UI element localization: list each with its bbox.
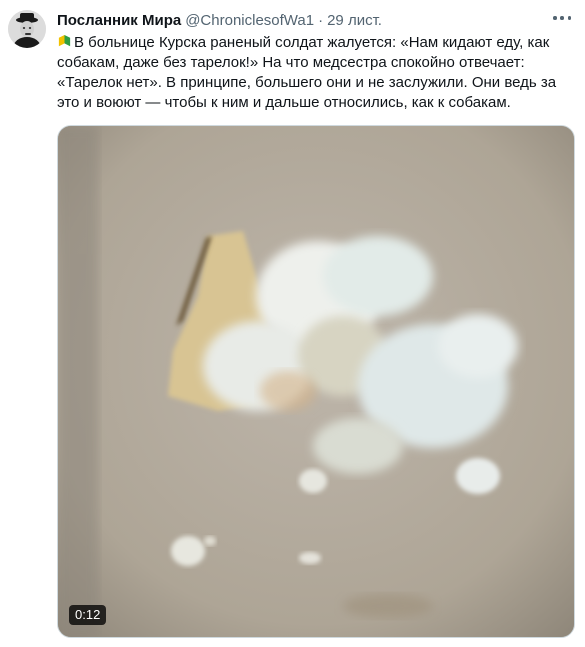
beginner-badge-icon <box>58 34 71 47</box>
tweet-text-content: В больнице Курска раненый солдат жалуетс… <box>57 34 557 111</box>
video-thumbnail <box>58 126 574 637</box>
video-duration-badge: 0:12 <box>69 605 107 625</box>
avatar[interactable] <box>8 10 46 48</box>
display-name[interactable]: Посланник Мира <box>57 12 181 29</box>
tweet-card[interactable]: Посланник Мира @ChroniclesofWa1 · 29 лис… <box>0 0 585 647</box>
user-handle[interactable]: @ChroniclesofWa1 <box>185 12 314 29</box>
avatar-icon <box>8 10 46 48</box>
tweet-header: Посланник Мира @ChroniclesofWa1 · 29 лис… <box>57 12 382 32</box>
more-options-icon[interactable] <box>553 16 571 22</box>
tweet-text: В больнице Курска раненый солдат жалуетс… <box>57 33 572 113</box>
separator-dot: · <box>318 12 324 29</box>
timestamp[interactable]: 29 лист. <box>327 12 382 29</box>
video-player[interactable]: 0:12 <box>57 125 575 638</box>
